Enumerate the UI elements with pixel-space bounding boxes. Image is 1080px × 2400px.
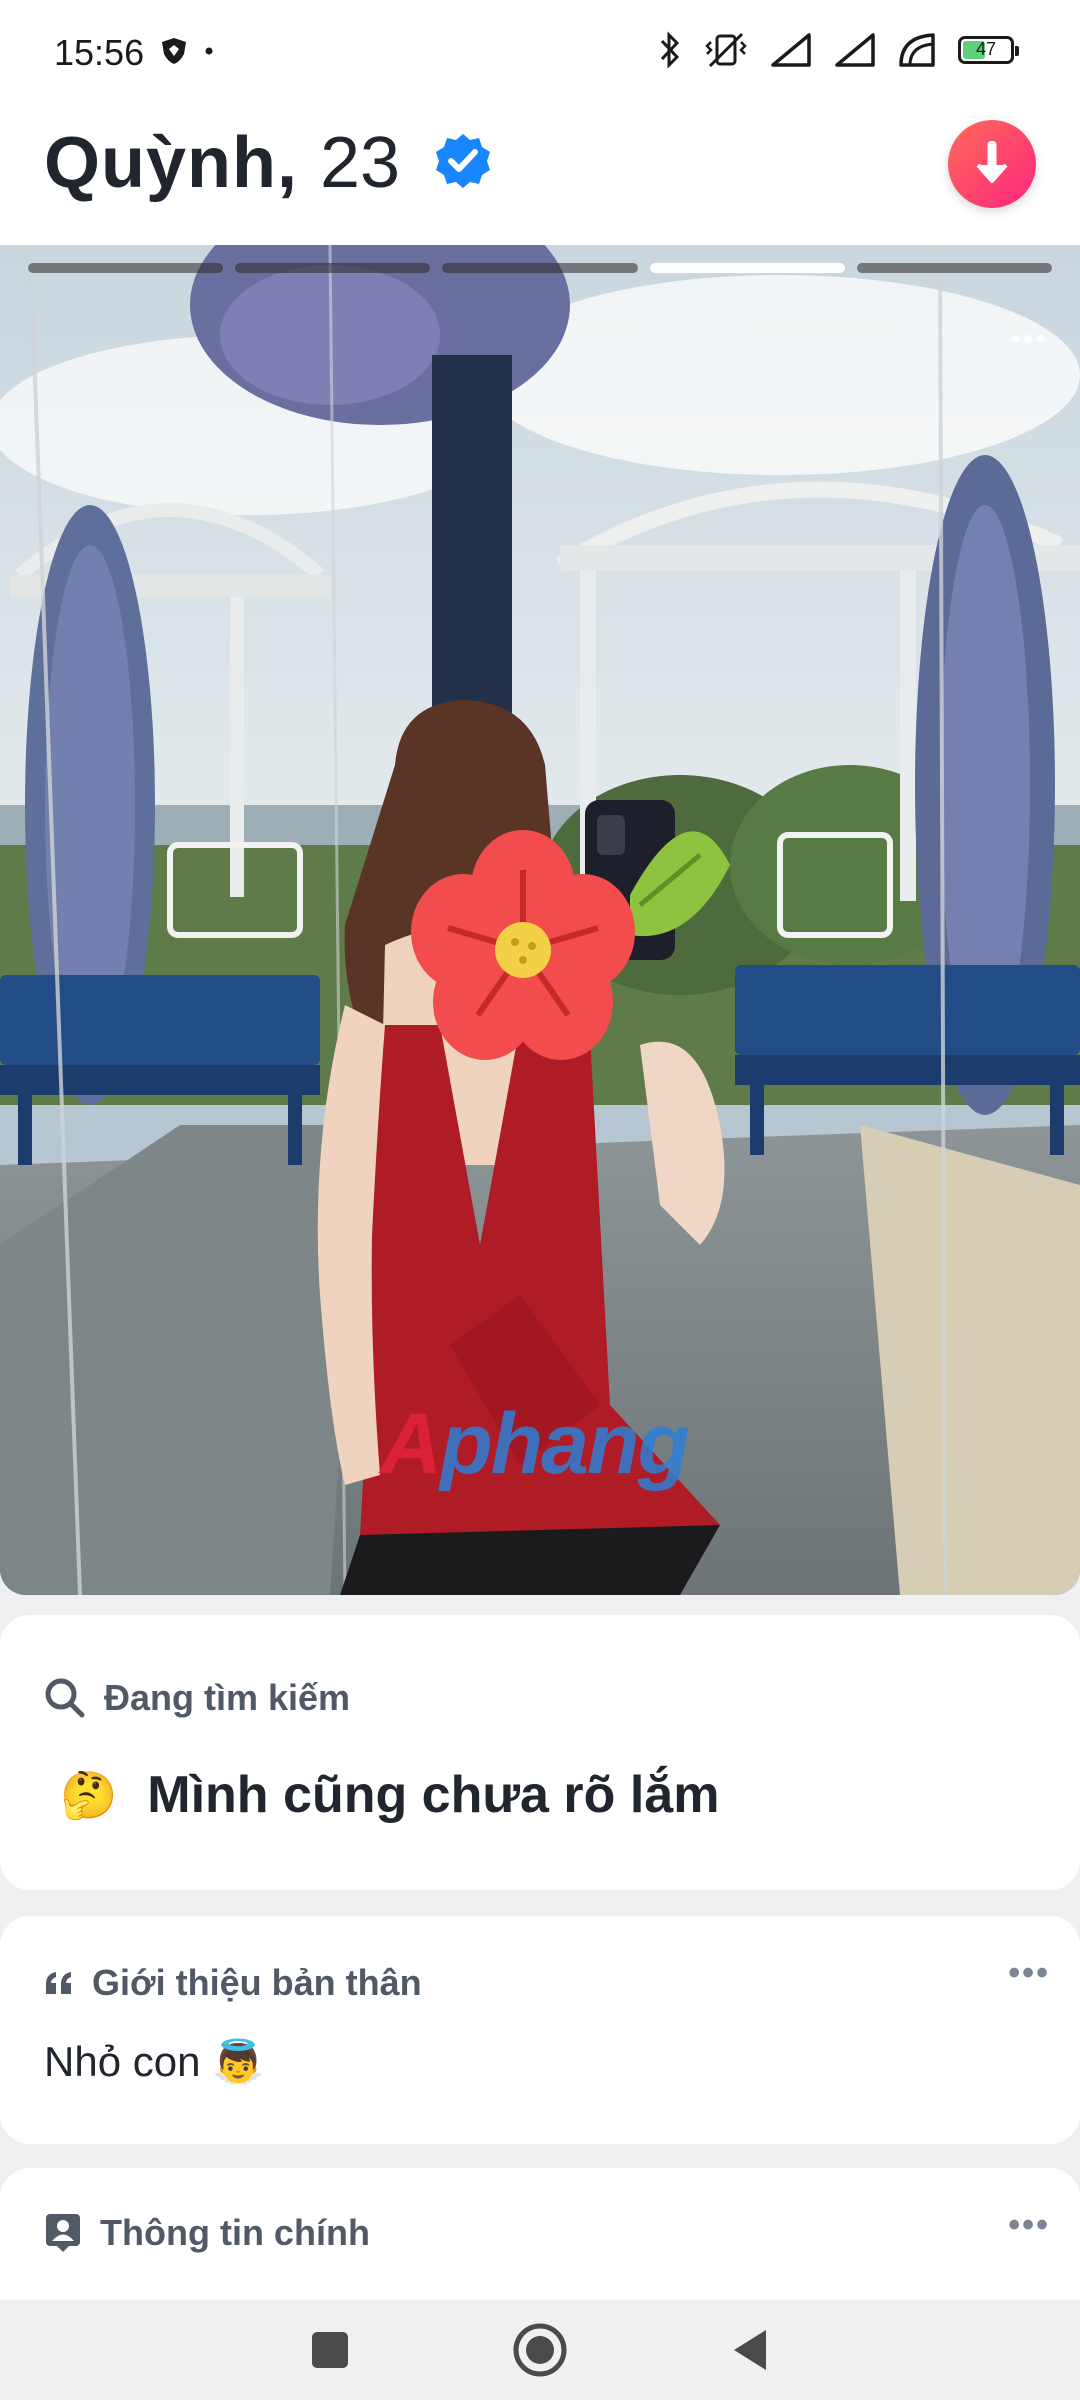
search-icon (45, 1678, 85, 1718)
photo-progress-bars (28, 263, 1053, 273)
status-left-icons (160, 36, 214, 66)
about-me-card: Giới thiệu bản thân ••• Nhỏ con 👼 (0, 1916, 1080, 2144)
profile-name: Quỳnh, (44, 123, 298, 203)
recents-button[interactable] (300, 2320, 360, 2380)
bluetooth-icon (660, 31, 680, 69)
arrow-down-icon (976, 141, 1008, 183)
watermark: Aphang (380, 1395, 690, 1494)
verified-badge-icon (436, 134, 490, 188)
photo-progress-segment[interactable] (856, 263, 1053, 273)
vibrate-icon (705, 32, 747, 68)
thinking-emoji: 🤔 (60, 1768, 118, 1821)
home-button[interactable] (510, 2320, 570, 2380)
about-me-header: Giới thiệu bản thân (44, 1962, 422, 2004)
photo-more-icon[interactable]: ••• (1010, 323, 1048, 357)
collapse-profile-button[interactable] (948, 120, 1036, 208)
basics-card: Thông tin chính ••• (0, 2168, 1080, 2318)
recents-icon (312, 2332, 348, 2368)
signal-icon (771, 33, 811, 67)
status-bar: 15:56 47 (0, 0, 1080, 100)
back-icon (734, 2330, 766, 2370)
battery-level: 47 (975, 39, 997, 59)
home-icon (513, 2323, 567, 2377)
basics-label: Thông tin chính (100, 2212, 370, 2253)
looking-for-text: Mình cũng chưa rõ lắm (147, 1766, 720, 1824)
looking-for-label: Đang tìm kiếm (104, 1677, 351, 1718)
basics-more-icon[interactable]: ••• (1008, 2206, 1050, 2245)
dot-icon (205, 47, 213, 55)
basics-header: Thông tin chính (44, 2212, 370, 2254)
looking-for-value: 🤔 Mình cũng chưa rõ lắm (60, 1765, 719, 1825)
profile-photo[interactable]: ••• Aphang (0, 245, 1080, 1595)
photo-progress-segment[interactable] (28, 263, 224, 273)
signal-icon (835, 33, 875, 67)
shield-icon (162, 38, 186, 64)
profile-age: 23 (320, 123, 401, 203)
photo-progress-segment[interactable] (649, 263, 845, 273)
status-time: 15:56 (54, 32, 145, 73)
id-badge-icon (46, 2214, 80, 2252)
wifi-icon (899, 33, 935, 67)
looking-for-card: Đang tìm kiếm 🤔 Mình cũng chưa rõ lắm (0, 1615, 1080, 1890)
looking-for-header: Đang tìm kiếm (44, 1677, 350, 1719)
profile-header: Quỳnh, 23 (0, 100, 1080, 245)
back-button[interactable] (720, 2320, 780, 2380)
photo-progress-segment[interactable] (442, 263, 638, 273)
watermark-rest: phang (440, 1396, 690, 1492)
about-me-label: Giới thiệu bản thân (92, 1962, 422, 2003)
status-right-icons: 47 (658, 30, 1019, 70)
battery-icon: 47 (958, 36, 1019, 64)
photo-image (0, 245, 1080, 1595)
quote-icon (46, 1972, 71, 1994)
photo-progress-segment[interactable] (235, 263, 431, 273)
system-nav-bar (0, 2300, 1080, 2400)
about-more-icon[interactable]: ••• (1008, 1954, 1050, 1993)
watermark-a: A (380, 1396, 442, 1492)
bio-text: Nhỏ con 👼 (44, 2038, 265, 2085)
